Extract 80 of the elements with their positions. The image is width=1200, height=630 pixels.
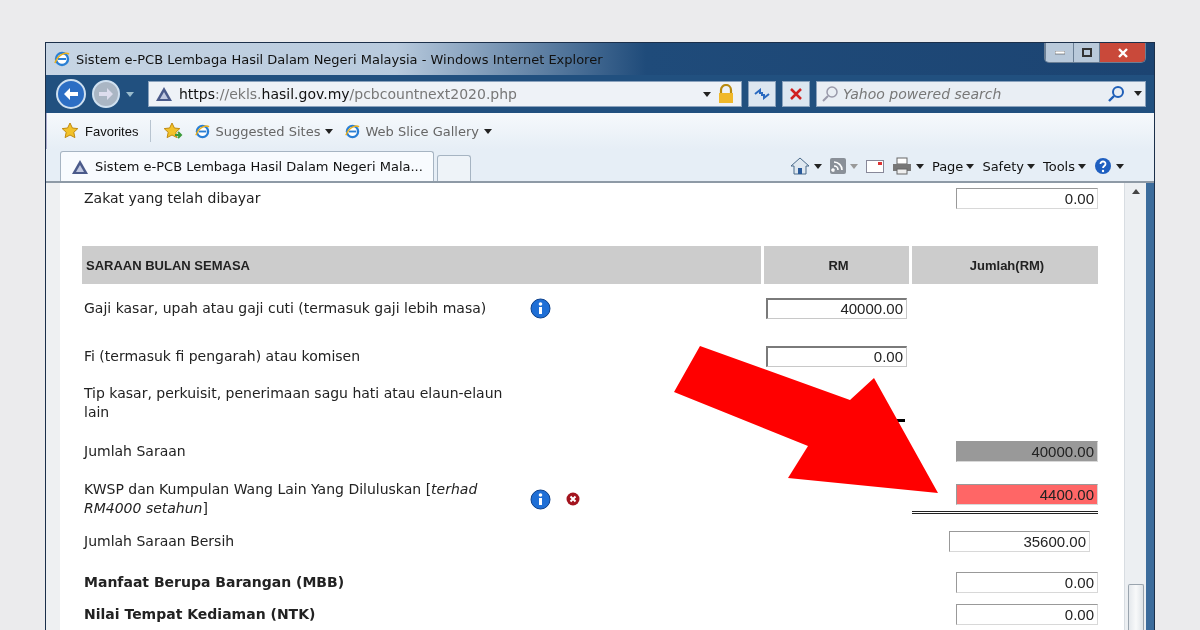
caret-icon [1078, 163, 1086, 169]
ie-logo-icon [195, 123, 211, 139]
window-title: Sistem e-PCB Lembaga Hasil Dalam Negeri Malaysia - Windows Internet Explorer [76, 51, 604, 67]
help-button[interactable] [1094, 157, 1124, 175]
caret-icon [484, 128, 492, 134]
info-icon[interactable] [530, 488, 551, 510]
close-icon [790, 88, 802, 100]
field-label: Fi (termasuk fi pengarah) atau komisen [84, 346, 362, 366]
search-field[interactable]: Yahoo powered search [816, 81, 1146, 107]
field-label: Jumlah Saraan Bersih [84, 531, 236, 551]
caret-icon [126, 91, 134, 97]
field-label: Zakat yang telah dibayar [84, 188, 262, 208]
caret-icon [703, 91, 711, 97]
home-icon [789, 157, 810, 175]
total-field[interactable]: 4400.00 [956, 483, 1098, 505]
help-icon [1094, 157, 1112, 175]
stop-button[interactable] [782, 81, 810, 107]
triangle-logo-icon [71, 158, 89, 175]
scroll-up-icon[interactable] [1131, 189, 1140, 194]
print-button[interactable] [891, 157, 924, 175]
printer-icon [891, 157, 912, 175]
column-header: Jumlah(RM) [912, 246, 1098, 284]
total-field[interactable]: 0.00 [956, 571, 1098, 593]
add-favorite-button[interactable] [163, 122, 184, 140]
favorites-link[interactable]: Suggested Sites [195, 123, 334, 139]
search-icon[interactable] [1108, 86, 1124, 102]
history-dropdown[interactable] [126, 91, 134, 97]
maximize-icon [1081, 48, 1092, 57]
star-icon [61, 122, 81, 140]
delete-icon[interactable] [566, 492, 580, 506]
close-button[interactable] [1099, 43, 1145, 62]
triangle-logo-icon [155, 86, 173, 102]
total-field[interactable]: 40000.00 [956, 440, 1098, 462]
arrow-right-icon [98, 87, 114, 101]
browser-tab[interactable]: Sistem e-PCB Lembaga Hasil Dalam Negeri Mala... [60, 151, 434, 181]
amount-field[interactable]: 0.00 [766, 345, 907, 367]
caret-icon [1134, 91, 1142, 96]
envelope-icon [865, 159, 884, 173]
caret-icon [325, 128, 334, 134]
feeds-button[interactable] [829, 158, 858, 174]
ie-logo-icon [345, 123, 361, 139]
search-icon [822, 86, 838, 102]
field-label: Gaji kasar, upah atau gaji cuti (termasuk gaji lebih masa) [84, 298, 488, 318]
amount-field[interactable]: 40000.00 [766, 297, 907, 319]
field-label: Jumlah Saraan [84, 441, 187, 461]
column-header: RM [764, 246, 909, 284]
maximize-button[interactable] [1073, 43, 1099, 62]
refresh-button[interactable] [748, 81, 776, 107]
caret-icon [966, 163, 975, 169]
field-label: Tip kasar, perkuisit, penerimaan sagu hati atau elaun-elaun lain [84, 384, 504, 422]
total-field[interactable]: 0.00 [956, 603, 1098, 625]
caret-icon [915, 163, 924, 169]
mail-button[interactable] [865, 159, 884, 173]
add-favorite-icon [163, 122, 184, 140]
section-header: SARAAN BULAN SEMASA [82, 246, 761, 284]
back-button[interactable] [56, 79, 86, 109]
caret-icon [1026, 163, 1035, 169]
lock-icon [717, 84, 735, 104]
favorites-button[interactable]: Favorites [61, 122, 139, 140]
favorites-link[interactable]: Web Slice Gallery [345, 123, 492, 139]
feed-icon [829, 158, 846, 174]
arrow-left-icon [63, 87, 79, 101]
caret-icon [813, 163, 822, 169]
scrollbar-thumb[interactable] [1127, 584, 1144, 630]
forward-button[interactable] [92, 80, 120, 108]
command-menu[interactable]: Tools [1042, 158, 1086, 174]
total-field[interactable]: 0.00 [956, 187, 1098, 209]
command-menu[interactable]: Safety [982, 158, 1035, 174]
caret-icon [849, 163, 858, 169]
command-menu[interactable]: Page [931, 158, 975, 174]
home-button[interactable] [789, 157, 822, 175]
field-label: KWSP dan Kumpulan Wang Lain Yang Diluluskan [terhad RM4000 setahun] [84, 480, 479, 518]
ie-logo-icon [54, 51, 70, 67]
info-icon[interactable] [530, 297, 551, 319]
caret-icon [1116, 163, 1124, 169]
total-field[interactable]: 35600.00 [949, 530, 1090, 552]
close-icon [1117, 47, 1128, 58]
field-label: Nilai Tempat Kediaman (NTK) [84, 604, 317, 624]
minimize-icon [1054, 50, 1065, 55]
field-label: Manfaat Berupa Barangan (MBB) [84, 572, 346, 592]
